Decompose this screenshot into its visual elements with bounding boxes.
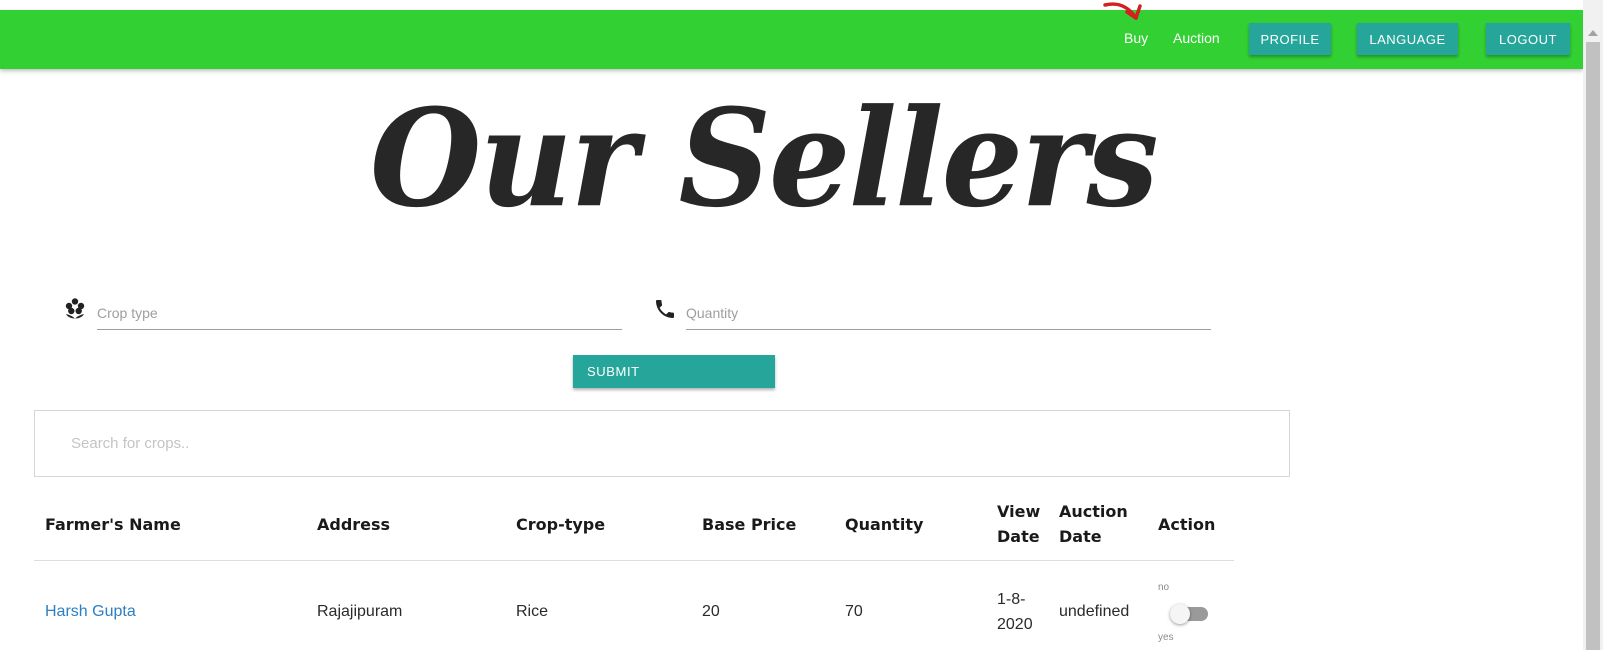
column-header-auction-date-line2: Date: [1059, 527, 1102, 546]
red-arrow-annotation-icon: [1103, 2, 1142, 20]
table-header-divider: [34, 560, 1234, 561]
view-date-line2: 2020: [997, 616, 1033, 633]
column-header-view-date-line1: View: [997, 502, 1041, 521]
top-strip: [0, 0, 1583, 10]
column-header-auction-date-line1: Auction: [1059, 502, 1128, 521]
action-toggle-switch[interactable]: [1170, 604, 1208, 624]
column-header-farmer: Farmer's Name: [45, 515, 181, 534]
toggle-knob[interactable]: [1170, 604, 1190, 624]
base-price-cell: 20: [702, 603, 720, 620]
quantity-field: [686, 296, 1211, 330]
profile-button[interactable]: PROFILE: [1249, 23, 1331, 55]
vertical-scrollbar[interactable]: [1583, 0, 1603, 650]
column-header-base-price: Base Price: [702, 515, 797, 534]
scroll-up-arrow-icon[interactable]: [1588, 30, 1598, 36]
view-date-line1: 1-8-: [997, 591, 1026, 608]
auction-date-cell: undefined: [1059, 603, 1130, 620]
search-box: [34, 410, 1290, 477]
page-title: Our Sellers: [370, 80, 1159, 238]
view-date-cell: 1-8- 2020: [997, 587, 1033, 637]
column-header-auction-date: Auction Date: [1059, 499, 1128, 549]
navbar: Buy Auction PROFILE LANGUAGE LOGOUT: [0, 10, 1583, 69]
logout-button[interactable]: LOGOUT: [1486, 23, 1570, 55]
toggle-off-label: no: [1158, 582, 1170, 593]
crop-type-field: [97, 296, 622, 330]
column-header-address: Address: [317, 515, 391, 534]
submit-button[interactable]: SUBMIT: [573, 355, 775, 388]
search-input[interactable]: [35, 411, 1289, 476]
column-header-crop-type: Crop-type: [516, 515, 606, 534]
nav-link-buy[interactable]: Buy: [1124, 30, 1148, 46]
address-cell: Rajajipuram: [317, 603, 403, 620]
toggle-on-label: yes: [1158, 632, 1174, 643]
nav-link-auction[interactable]: Auction: [1173, 30, 1220, 46]
flower-icon: [63, 297, 87, 321]
farmer-name-link[interactable]: Harsh Gupta: [45, 599, 136, 624]
phone-icon: [653, 297, 677, 321]
column-header-view-date: View Date: [997, 499, 1040, 549]
column-header-quantity: Quantity: [845, 515, 924, 534]
crop-type-input[interactable]: [97, 296, 622, 329]
quantity-cell: 70: [845, 603, 863, 620]
column-header-view-date-line2: Date: [997, 527, 1040, 546]
quantity-input[interactable]: [686, 296, 1211, 329]
column-header-action: Action: [1158, 515, 1216, 534]
scrollbar-thumb[interactable]: [1586, 42, 1600, 650]
language-button[interactable]: LANGUAGE: [1357, 23, 1458, 55]
crop-type-cell: Rice: [516, 603, 549, 620]
